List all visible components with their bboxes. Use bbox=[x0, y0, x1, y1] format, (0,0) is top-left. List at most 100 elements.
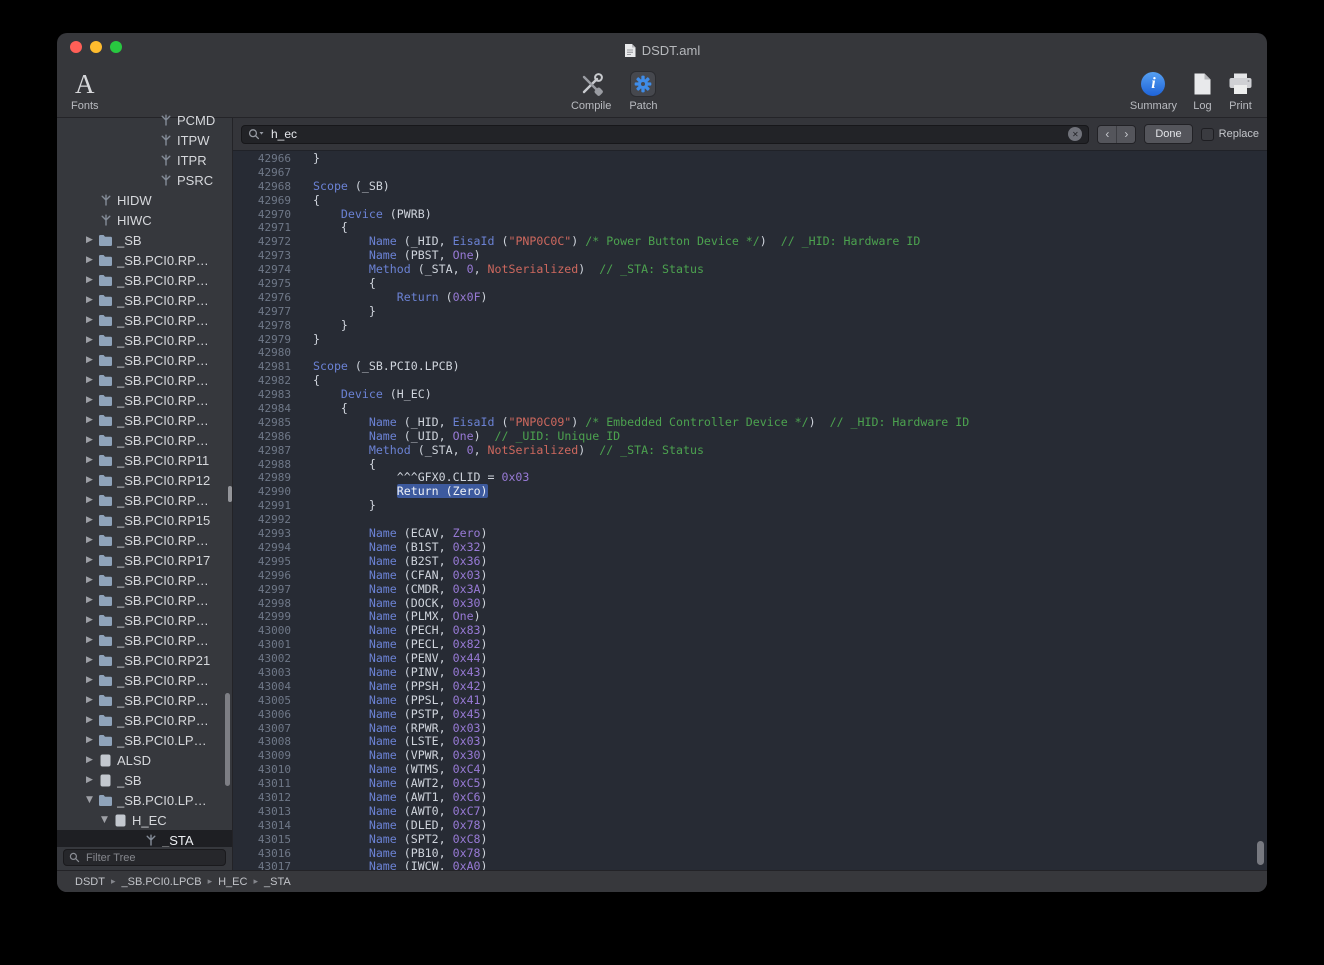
code-line[interactable]: 42995 Name (B2ST, 0x36) bbox=[233, 555, 1267, 569]
tree-item[interactable]: ▶_SB.PCI0.RP… bbox=[57, 330, 232, 350]
tree-item[interactable]: ▶_SB.PCI0.RP… bbox=[57, 430, 232, 450]
disclosure-triangle-icon[interactable]: ▶ bbox=[82, 375, 97, 385]
done-button[interactable]: Done bbox=[1144, 124, 1192, 144]
disclosure-triangle-icon[interactable]: ▶ bbox=[82, 515, 97, 525]
disclosure-triangle-icon[interactable]: ▶ bbox=[82, 675, 97, 685]
code-line[interactable]: 42984 { bbox=[233, 402, 1267, 416]
code-line[interactable]: 43008 Name (LSTE, 0x03) bbox=[233, 735, 1267, 749]
tree-item[interactable]: ▶_SB.PCI0.RP… bbox=[57, 570, 232, 590]
code-line[interactable]: 43011 Name (AWT2, 0xC5) bbox=[233, 777, 1267, 791]
breadcrumb-scope[interactable]: _SB.PCI0.LPCB bbox=[121, 876, 201, 888]
disclosure-triangle-icon[interactable]: ▶ bbox=[82, 615, 97, 625]
code-line[interactable]: 42992 bbox=[233, 513, 1267, 527]
code-line[interactable]: 42994 Name (B1ST, 0x32) bbox=[233, 541, 1267, 555]
replace-checkbox[interactable] bbox=[1201, 128, 1214, 141]
tree-item[interactable]: HIDW bbox=[57, 190, 232, 210]
code-editor[interactable]: 42966}4296742968Scope (_SB)42969{42970 D… bbox=[233, 151, 1267, 870]
tree-item[interactable]: ▶_SB.PCI0.RP… bbox=[57, 390, 232, 410]
code-line[interactable]: 42978 } bbox=[233, 319, 1267, 333]
code-line[interactable]: 43005 Name (PPSL, 0x41) bbox=[233, 694, 1267, 708]
log-button[interactable]: Log bbox=[1193, 69, 1212, 112]
code-line[interactable]: 42977 } bbox=[233, 305, 1267, 319]
code-line[interactable]: 42988 { bbox=[233, 458, 1267, 472]
tree-item[interactable]: ▼_SB.PCI0.LP… bbox=[57, 790, 232, 810]
tree-item[interactable]: ▶ALSD bbox=[57, 750, 232, 770]
tree-item[interactable]: ▶_SB bbox=[57, 770, 232, 790]
tree-item[interactable]: ▶_SB.PCI0.RP… bbox=[57, 590, 232, 610]
clear-search-icon[interactable]: ✕ bbox=[1068, 127, 1082, 141]
disclosure-triangle-icon[interactable]: ▶ bbox=[82, 535, 97, 545]
tree-item[interactable]: HIWC bbox=[57, 210, 232, 230]
close-button[interactable] bbox=[70, 41, 82, 53]
tree-item[interactable]: ▶_SB.PCI0.LP… bbox=[57, 730, 232, 750]
search-menu-icon[interactable] bbox=[248, 128, 264, 140]
tree-item[interactable]: ▶_SB.PCI0.RP… bbox=[57, 610, 232, 630]
tree-item[interactable]: ▶_SB.PCI0.RP… bbox=[57, 290, 232, 310]
disclosure-triangle-icon[interactable]: ▶ bbox=[82, 715, 97, 725]
disclosure-triangle-icon[interactable]: ▶ bbox=[82, 435, 97, 445]
disclosure-triangle-icon[interactable]: ▶ bbox=[82, 695, 97, 705]
code-line[interactable]: 42972 Name (_HID, EisaId ("PNP0C0C") /* … bbox=[233, 235, 1267, 249]
disclosure-triangle-icon[interactable]: ▶ bbox=[82, 395, 97, 405]
code-line[interactable]: 43017 Name (IWCW, 0xA0) bbox=[233, 860, 1267, 870]
tree-item[interactable]: ITPW bbox=[57, 130, 232, 150]
tree-item[interactable]: PCMD bbox=[57, 110, 232, 130]
minimize-button[interactable] bbox=[90, 41, 102, 53]
tree-item[interactable]: ▶_SB.PCI0.RP… bbox=[57, 350, 232, 370]
code-line[interactable]: 42980 bbox=[233, 346, 1267, 360]
tree-item[interactable]: ▶_SB.PCI0.RP… bbox=[57, 670, 232, 690]
disclosure-triangle-icon[interactable]: ▶ bbox=[82, 575, 97, 585]
tree-item[interactable]: ▶_SB.PCI0.RP12 bbox=[57, 470, 232, 490]
code-line[interactable]: 43014 Name (DLED, 0x78) bbox=[233, 819, 1267, 833]
search-field[interactable]: ✕ bbox=[241, 125, 1089, 144]
code-line[interactable]: 43012 Name (AWT1, 0xC6) bbox=[233, 791, 1267, 805]
disclosure-triangle-icon[interactable]: ▶ bbox=[82, 355, 97, 365]
filter-tree-input[interactable] bbox=[84, 851, 220, 865]
code-line[interactable]: 42996 Name (CFAN, 0x03) bbox=[233, 569, 1267, 583]
tree-item[interactable]: ▶_SB.PCI0.RP… bbox=[57, 310, 232, 330]
find-next-button[interactable]: › bbox=[1116, 126, 1135, 143]
code-line[interactable]: 43009 Name (VPWR, 0x30) bbox=[233, 749, 1267, 763]
tree-item[interactable]: ITPR bbox=[57, 150, 232, 170]
disclosure-triangle-icon[interactable]: ▶ bbox=[82, 315, 97, 325]
code-line[interactable]: 43000 Name (PECH, 0x83) bbox=[233, 624, 1267, 638]
disclosure-triangle-icon[interactable]: ▶ bbox=[82, 655, 97, 665]
disclosure-triangle-icon[interactable]: ▶ bbox=[82, 415, 97, 425]
disclosure-triangle-icon[interactable]: ▶ bbox=[82, 635, 97, 645]
editor-scrollbar-thumb[interactable] bbox=[1257, 841, 1264, 865]
disclosure-triangle-icon[interactable]: ▶ bbox=[82, 255, 97, 265]
disclosure-triangle-icon[interactable]: ▶ bbox=[82, 275, 97, 285]
find-query-input[interactable] bbox=[269, 126, 1063, 142]
code-line[interactable]: 42993 Name (ECAV, Zero) bbox=[233, 527, 1267, 541]
code-line[interactable]: 42973 Name (PBST, One) bbox=[233, 249, 1267, 263]
code-line[interactable]: 43007 Name (RPWR, 0x03) bbox=[233, 722, 1267, 736]
code-line[interactable]: 42985 Name (_HID, EisaId ("PNP0C09") /* … bbox=[233, 416, 1267, 430]
tree-item[interactable]: ▶_SB.PCI0.RP11 bbox=[57, 450, 232, 470]
code-line[interactable]: 42966} bbox=[233, 152, 1267, 166]
tree-item[interactable]: ▶_SB.PCI0.RP… bbox=[57, 490, 232, 510]
code-line[interactable]: 42999 Name (PLMX, One) bbox=[233, 610, 1267, 624]
tree-item[interactable]: ▶_SB.PCI0.RP… bbox=[57, 690, 232, 710]
tree-item[interactable]: ▼H_EC bbox=[57, 810, 232, 830]
tree-item[interactable]: ▶_SB.PCI0.RP… bbox=[57, 270, 232, 290]
code-line[interactable]: 42975 { bbox=[233, 277, 1267, 291]
tree-item[interactable]: ▶_SB.PCI0.RP15 bbox=[57, 510, 232, 530]
code-line[interactable]: 42970 Device (PWRB) bbox=[233, 208, 1267, 222]
tree-item[interactable]: PSRC bbox=[57, 170, 232, 190]
code-line[interactable]: 42990 Return (Zero) bbox=[233, 485, 1267, 499]
disclosure-triangle-icon[interactable]: ▼ bbox=[97, 815, 112, 825]
title-bar[interactable]: DSDT.aml bbox=[57, 33, 1267, 61]
code-line[interactable]: 43002 Name (PENV, 0x44) bbox=[233, 652, 1267, 666]
replace-toggle[interactable]: Replace bbox=[1201, 128, 1259, 141]
code-line[interactable]: 42981Scope (_SB.PCI0.LPCB) bbox=[233, 360, 1267, 374]
code-line[interactable]: 42991 } bbox=[233, 499, 1267, 513]
code-line[interactable]: 42969{ bbox=[233, 194, 1267, 208]
code-line[interactable]: 43001 Name (PECL, 0x82) bbox=[233, 638, 1267, 652]
disclosure-triangle-icon[interactable]: ▶ bbox=[82, 295, 97, 305]
symbol-tree[interactable]: PCMDITPWITPRPSRCHIDWHIWC▶_SB▶_SB.PCI0.RP… bbox=[57, 110, 232, 847]
code-line[interactable]: 43013 Name (AWT0, 0xC7) bbox=[233, 805, 1267, 819]
tree-item[interactable]: ▶_SB bbox=[57, 230, 232, 250]
breadcrumb-method[interactable]: _STA bbox=[264, 876, 291, 888]
filter-tree-field[interactable] bbox=[63, 849, 226, 866]
zoom-button[interactable] bbox=[110, 41, 122, 53]
